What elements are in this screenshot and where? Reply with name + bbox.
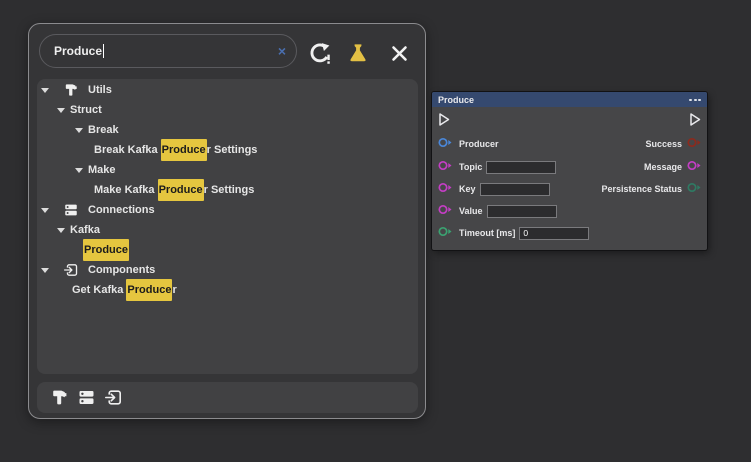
port-label: Topic bbox=[459, 162, 482, 172]
tree-label: Kafka bbox=[70, 220, 100, 240]
tree-label: Break bbox=[88, 120, 119, 140]
expand-arrow-icon[interactable] bbox=[57, 228, 65, 233]
tree-item[interactable]: Break bbox=[37, 120, 418, 140]
tree-label: Components bbox=[88, 260, 155, 280]
components-icon bbox=[64, 263, 78, 277]
highlighted-match: Produce bbox=[161, 139, 207, 161]
tree-item[interactable]: Struct bbox=[37, 100, 418, 120]
tree-label: Break Kafka bbox=[94, 140, 161, 160]
node-input-row: Key bbox=[438, 182, 550, 196]
connections-stack-icon[interactable] bbox=[76, 388, 96, 408]
highlighted-match: Produce bbox=[83, 239, 129, 261]
filter-flask-icon[interactable] bbox=[345, 41, 371, 65]
search-input-value: Produce bbox=[54, 44, 102, 58]
node-input-row: Topic bbox=[438, 160, 556, 174]
search-input[interactable]: Produce × bbox=[39, 34, 297, 68]
expand-arrow-icon[interactable] bbox=[41, 88, 49, 93]
tree-label: Make Kafka bbox=[94, 180, 158, 200]
tree-label: Make bbox=[88, 160, 116, 180]
tree-label: Get Kafka bbox=[72, 280, 126, 300]
port-label: Message bbox=[644, 162, 682, 172]
output-port-message[interactable] bbox=[687, 158, 702, 176]
output-port-persistence-status[interactable] bbox=[687, 180, 702, 198]
node-menu-icon[interactable] bbox=[689, 99, 701, 101]
tree-item[interactable]: Utils bbox=[37, 80, 418, 100]
refresh-icon[interactable] bbox=[306, 41, 332, 65]
utils-hammer-icon[interactable] bbox=[49, 388, 69, 408]
node-output-row: Message bbox=[644, 160, 702, 174]
tree-label: Struct bbox=[70, 100, 102, 120]
tree-item[interactable]: Make Kafka Producer Settings bbox=[37, 180, 418, 200]
node-header[interactable]: Produce bbox=[432, 92, 707, 107]
node-output-row: Persistence Status bbox=[601, 182, 702, 196]
input-port-timeout-ms[interactable] bbox=[438, 224, 453, 242]
port-label: Producer bbox=[459, 139, 499, 149]
port-label: Key bbox=[459, 184, 476, 194]
topic-field[interactable] bbox=[486, 161, 556, 174]
input-port-producer[interactable] bbox=[438, 135, 453, 153]
clear-search-icon[interactable]: × bbox=[278, 44, 286, 58]
search-results-tree: UtilsStructBreakBreak Kafka Producer Set… bbox=[37, 79, 418, 374]
expand-arrow-icon[interactable] bbox=[75, 168, 83, 173]
node-search-panel: Produce × UtilsStructBreakBreak Kafka Pr… bbox=[28, 23, 426, 419]
node-output-row: Success bbox=[645, 137, 702, 151]
highlighted-match: Produce bbox=[158, 179, 204, 201]
node-input-row: Value bbox=[438, 204, 557, 218]
input-port-value[interactable] bbox=[438, 202, 453, 220]
expand-arrow-icon[interactable] bbox=[41, 268, 49, 273]
tree-item[interactable]: Produce bbox=[37, 240, 418, 260]
output-port-success[interactable] bbox=[687, 135, 702, 153]
expand-arrow-icon[interactable] bbox=[75, 128, 83, 133]
node-editor-canvas: Produce × UtilsStructBreakBreak Kafka Pr… bbox=[0, 0, 751, 462]
tree-item[interactable]: Kafka bbox=[37, 220, 418, 240]
close-icon[interactable] bbox=[386, 41, 412, 65]
connections-icon bbox=[64, 203, 78, 217]
tree-item[interactable]: Get Kafka Producer bbox=[37, 280, 418, 300]
tree-label: r Settings bbox=[204, 180, 255, 200]
tree-label: Connections bbox=[88, 200, 155, 220]
node-input-row: Producer bbox=[438, 137, 499, 151]
tree-label: r bbox=[172, 280, 176, 300]
input-port-key[interactable] bbox=[438, 180, 453, 198]
utils-icon bbox=[64, 83, 78, 97]
tree-item[interactable]: Components bbox=[37, 260, 418, 280]
components-import-icon[interactable] bbox=[103, 388, 123, 408]
key-field[interactable] bbox=[480, 183, 550, 196]
highlighted-match: Produce bbox=[126, 279, 172, 301]
exec-output-pin[interactable] bbox=[688, 112, 702, 132]
node-input-row: Timeout [ms] bbox=[438, 226, 589, 240]
port-label: Timeout [ms] bbox=[459, 228, 515, 238]
tree-item[interactable]: Connections bbox=[37, 200, 418, 220]
produce-node[interactable]: Produce Producer Topic Key Value Timeout [ms… bbox=[432, 92, 707, 250]
port-label: Value bbox=[459, 206, 483, 216]
tree-item[interactable]: Make bbox=[37, 160, 418, 180]
expand-arrow-icon[interactable] bbox=[57, 108, 65, 113]
category-toolbar bbox=[37, 382, 418, 413]
timeout-ms-field[interactable] bbox=[519, 227, 589, 240]
value-field[interactable] bbox=[487, 205, 557, 218]
tree-item[interactable]: Break Kafka Producer Settings bbox=[37, 140, 418, 160]
exec-input-pin[interactable] bbox=[437, 112, 451, 132]
port-label: Success bbox=[645, 139, 682, 149]
expand-arrow-icon[interactable] bbox=[41, 208, 49, 213]
tree-label: Utils bbox=[88, 80, 112, 100]
node-title: Produce bbox=[438, 95, 474, 105]
text-cursor bbox=[103, 44, 104, 58]
port-label: Persistence Status bbox=[601, 184, 682, 194]
input-port-topic[interactable] bbox=[438, 158, 453, 176]
tree-label: r Settings bbox=[207, 140, 258, 160]
